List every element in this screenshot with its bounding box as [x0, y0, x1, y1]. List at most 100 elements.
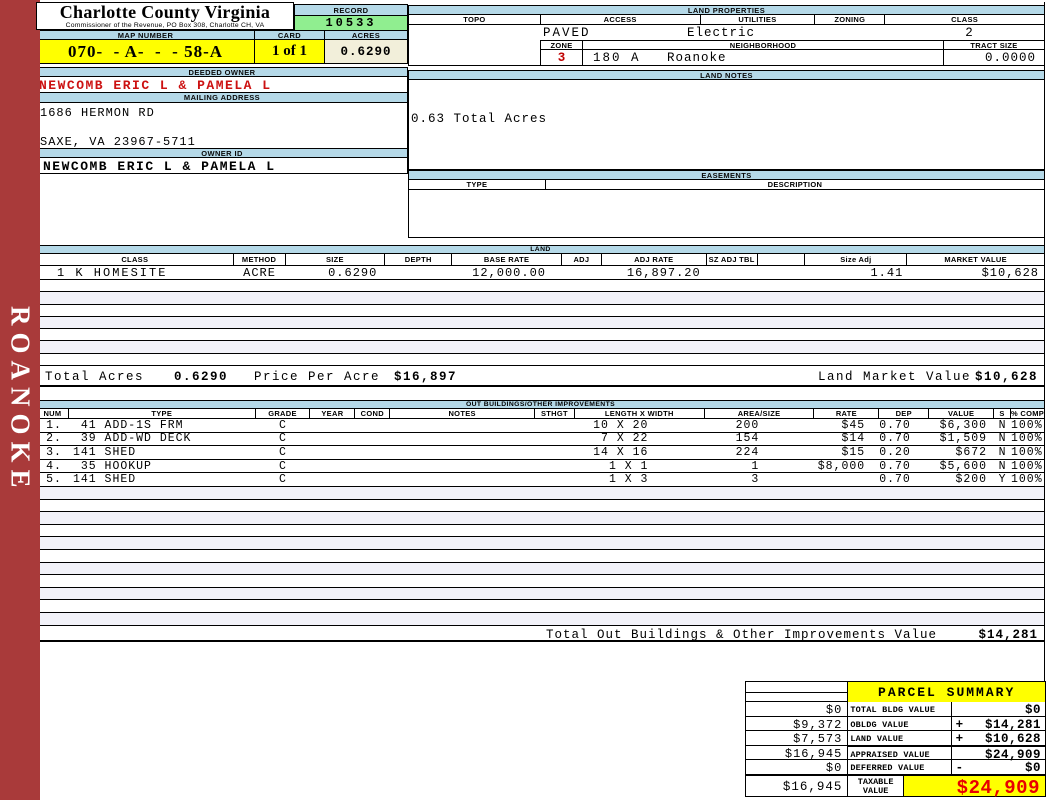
- ob-value: $6,300: [939, 418, 988, 432]
- ps-operator: +: [955, 717, 964, 732]
- ob-type: 141 SHED: [72, 445, 137, 459]
- ob-dep: 0.70: [879, 459, 911, 473]
- ob-h-type: TYPE: [68, 409, 256, 418]
- county-title: Charlotte County Virginia: [59, 2, 271, 22]
- ob-row: 2. 39 ADD-WD DECK C 7 X 22 154 $14 0.70 …: [37, 432, 1044, 447]
- utilities-header: UTILITIES: [700, 15, 816, 24]
- ob-total-label: Total Out Buildings & Other Improvements…: [546, 627, 938, 642]
- ps-prior-value: $16,945: [746, 745, 849, 761]
- land-h-base-rate: BASE RATE: [452, 254, 562, 265]
- ob-h-num: NUM: [37, 409, 69, 418]
- record-label: RECORD: [294, 4, 408, 16]
- land-notes: LAND NOTES 0.63 Total Acres: [408, 70, 1045, 170]
- land-size: 0.6290: [328, 265, 378, 280]
- ps-row-label: APPRAISED VALUE: [848, 744, 952, 760]
- taxable-value: $24,909: [903, 775, 1045, 799]
- ob-row: 4. 35 HOOKUP C 1 X 1 1 $8,000 0.70 $5,60…: [37, 460, 1044, 474]
- total-acres-value: 0.6290: [174, 370, 229, 385]
- ob-empty-row: [37, 486, 1044, 500]
- ob-empty-row: [37, 612, 1044, 626]
- ps-prior-value: $7,573: [746, 731, 849, 746]
- ob-area: 200: [735, 418, 760, 432]
- ob-s: N: [998, 459, 1007, 473]
- land-empty-row: [37, 316, 1044, 330]
- owner-block: DEEDED OWNER NEWCOMB ERIC L & PAMELA L M…: [36, 67, 408, 174]
- ob-empty-row: [37, 562, 1044, 576]
- land-totals-row: Total Acres 0.6290 Price Per Acre $16,89…: [37, 366, 1044, 388]
- ob-h-grade: GRADE: [255, 409, 311, 418]
- owner-id-value: NEWCOMB ERIC L & PAMELA L: [36, 158, 408, 174]
- county-title-box: Charlotte County Virginia Commissioner o…: [36, 2, 294, 30]
- land-properties: LAND PROPERTIES TOPO ACCESS UTILITIES ZO…: [408, 5, 1045, 66]
- land-size-adj: 1.41: [870, 265, 904, 280]
- zone-value: 3: [540, 50, 582, 66]
- ob-grade: C: [278, 432, 287, 446]
- card-label: CARD: [255, 30, 325, 40]
- ob-h-value: VALUE: [929, 409, 995, 418]
- ob-rate: $8,000: [817, 459, 866, 473]
- land-h-adj-rate: ADJ RATE: [601, 254, 707, 265]
- tract-size-label: TRACT SIZE: [943, 40, 1045, 50]
- zone-label: ZONE: [540, 40, 582, 50]
- record-block: RECORD 10533: [294, 4, 408, 31]
- mailing-address-label: MAILING ADDRESS: [36, 93, 408, 103]
- ob-rate: $14: [841, 432, 866, 446]
- ob-s: N: [998, 418, 1007, 432]
- ob-dep: 0.70: [879, 473, 911, 487]
- easement-type-header: TYPE: [409, 180, 546, 189]
- ob-comp: 100%: [1011, 418, 1043, 432]
- land-table: LAND CLASS METHOD SIZE DEPTH BASE RATE A…: [36, 245, 1045, 388]
- ob-total-value: $14,281: [978, 627, 1038, 642]
- address-line2: SAXE, VA 23967-5711: [40, 135, 196, 149]
- ob-type: 41 ADD-1S FRM: [72, 418, 184, 432]
- land-notes-title: LAND NOTES: [408, 70, 1045, 80]
- ob-length-width: 14 X 16: [593, 445, 649, 459]
- tract-size-value: 0.0000: [943, 50, 1045, 66]
- parcel-summary-spacer: [746, 682, 849, 702]
- ob-value: $5,600: [939, 459, 988, 473]
- ob-comp: 100%: [1011, 432, 1043, 446]
- land-class: 1 K HOMESITE: [57, 265, 168, 280]
- zoning-header: ZONING: [815, 15, 886, 24]
- parcel-summary-title: PARCEL SUMMARY: [848, 682, 1045, 702]
- land-row: 1 K HOMESITE ACRE 0.6290 12,000.00 16,89…: [37, 266, 1044, 280]
- land-h-market-value: MARKET VALUE: [907, 254, 1044, 265]
- ps-row-label: TOTAL BLDG VALUE: [848, 702, 952, 716]
- ps-operator: +: [955, 732, 964, 747]
- access-header: ACCESS: [540, 15, 701, 24]
- map-number-label: MAP NUMBER: [36, 30, 255, 40]
- acres-value: 0.6290: [325, 40, 408, 64]
- ps-row-label: OBLDG VALUE: [848, 716, 952, 731]
- neighborhood-code: 180 A: [593, 51, 641, 65]
- land-notes-box: 0.63 Total Acres: [408, 80, 1045, 170]
- ob-rate: $45: [841, 418, 866, 432]
- land-empty-row: [37, 292, 1044, 305]
- ob-h-comp: % COMP: [1011, 409, 1044, 418]
- price-per-acre-value: $16,897: [394, 370, 458, 385]
- ps-row-label: LAND VALUE: [848, 731, 952, 745]
- ob-value: $200: [955, 473, 988, 487]
- ob-empty-row: [37, 575, 1044, 588]
- zone-value-spacer: [408, 50, 540, 66]
- land-empty-row: [37, 305, 1044, 317]
- land-method: ACRE: [243, 265, 276, 280]
- map-block: MAP NUMBER CARD ACRES 070- - A- - - 58-A…: [36, 30, 408, 64]
- acres-label: ACRES: [325, 30, 408, 40]
- ob-grade: C: [278, 459, 287, 473]
- ob-h-rate: RATE: [814, 409, 880, 418]
- ob-empty-row: [37, 600, 1044, 613]
- ob-length-width: 1 X 3: [608, 473, 649, 487]
- land-h-adj: ADJ: [561, 254, 602, 265]
- parcel-summary-row: $0 TOTAL BLDG VALUE $0: [746, 702, 1045, 717]
- ob-s: N: [998, 445, 1007, 459]
- card-value: 1 of 1: [255, 40, 325, 64]
- parcel-summary-row: $0 DEFERRED VALUE - $0: [746, 760, 1045, 775]
- land-market-value-label: Land Market Value: [818, 370, 972, 385]
- district-name: ROANOKE: [5, 305, 36, 495]
- land-empty-row: [37, 341, 1044, 354]
- taxable-value-row: $16,945 TAXABLE VALUE $24,909: [746, 773, 1045, 799]
- easements-title: EASEMENTS: [408, 170, 1045, 180]
- ob-type: 35 HOOKUP: [72, 459, 152, 473]
- access-value: PAVED: [543, 26, 591, 40]
- ps-operator: -: [955, 761, 964, 776]
